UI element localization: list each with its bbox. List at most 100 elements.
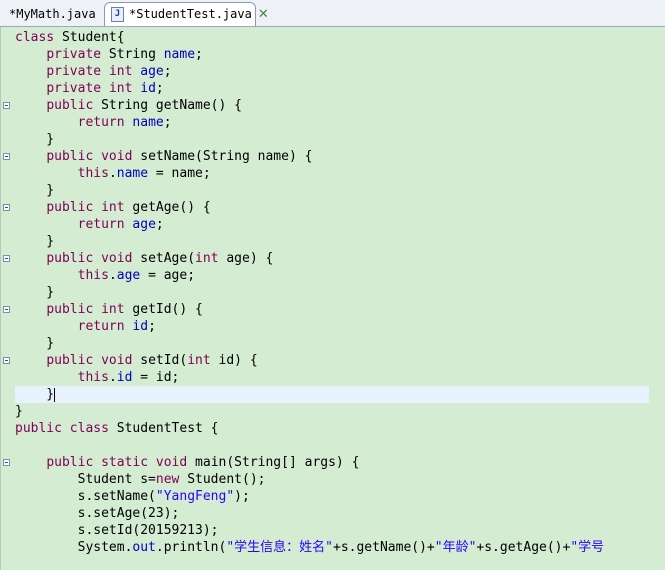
code-line[interactable]: public String getName() { [15, 97, 649, 114]
code-line[interactable]: this.age = age; [15, 267, 649, 284]
fold-toggle-icon[interactable] [3, 459, 10, 466]
editor-tab-bar: *MyMath.java J *StudentTest.java ✕ [0, 0, 665, 27]
fold-toggle-icon[interactable] [3, 153, 10, 160]
code-token: void [101, 149, 133, 164]
code-line[interactable]: public int getAge() { [15, 199, 649, 216]
code-line[interactable]: s.setName("YangFeng"); [15, 488, 649, 505]
code-line[interactable]: public class StudentTest { [15, 420, 649, 437]
code-line[interactable]: private int id; [15, 80, 649, 97]
code-token: . [108, 268, 117, 283]
code-line[interactable]: this.name = name; [15, 165, 649, 182]
code-line[interactable]: return name; [15, 114, 649, 131]
code-line[interactable] [15, 437, 649, 454]
code-line[interactable]: } [15, 284, 649, 301]
code-token: static [101, 455, 149, 470]
code-token: } [15, 404, 23, 419]
code-token: int [108, 81, 133, 96]
code-token: } [15, 234, 55, 249]
code-token: } [15, 132, 55, 147]
code-token: new [155, 472, 180, 487]
tab-mymath-label: *MyMath.java [9, 7, 96, 21]
code-token: ); [234, 489, 250, 504]
code-line[interactable]: public void setAge(int age) { [15, 250, 649, 267]
code-line[interactable]: } [15, 403, 649, 420]
code-token: return [77, 115, 125, 130]
code-token: public [46, 98, 94, 113]
code-token: return [77, 217, 125, 232]
code-token: getId() { [124, 302, 203, 317]
code-line[interactable]: return age; [15, 216, 649, 233]
tab-studenttest[interactable]: J *StudentTest.java ✕ [104, 2, 269, 26]
fold-toggle-icon[interactable] [3, 102, 10, 109]
fold-toggle-icon[interactable] [3, 357, 10, 364]
code-line[interactable]: public int getId() { [15, 301, 649, 318]
code-line[interactable]: private String name; [15, 46, 649, 63]
code-token: StudentTest { [108, 421, 219, 436]
code-token: id [116, 370, 133, 385]
close-tab-icon[interactable]: ✕ [258, 4, 269, 26]
code-line[interactable]: s.setAge(23); [15, 505, 649, 522]
code-line[interactable]: public void setId(int id) { [15, 352, 649, 369]
code-token: return [77, 319, 125, 334]
fold-toggle-icon[interactable] [3, 255, 10, 262]
fold-toggle-icon[interactable] [3, 306, 10, 313]
code-token: setName(String name) { [132, 149, 313, 164]
code-token: Student{ [54, 30, 125, 45]
code-token: out [132, 540, 156, 555]
code-line[interactable]: public void setName(String name) { [15, 148, 649, 165]
code-token: this [77, 370, 109, 385]
code-token: s.setAge(23); [15, 506, 180, 521]
code-line[interactable]: } [15, 182, 649, 199]
code-token: id [140, 81, 156, 96]
code-line[interactable]: } [15, 335, 649, 352]
code-line[interactable]: private int age; [15, 63, 649, 80]
vertical-scrollbar[interactable] [649, 27, 665, 570]
code-line[interactable]: } [15, 233, 649, 250]
code-line[interactable]: class Student{ [15, 29, 649, 46]
code-token: = name; [148, 166, 211, 181]
code-token: "学号 [570, 540, 605, 555]
code-token: System. [15, 540, 133, 555]
code-token: public [46, 149, 94, 164]
code-token: setAge( [132, 251, 196, 266]
code-token: } [15, 285, 55, 300]
code-token: "年龄" [434, 540, 477, 555]
code-token: setId( [132, 353, 188, 368]
code-token: public [15, 421, 62, 436]
tab-mymath[interactable]: *MyMath.java [3, 3, 103, 25]
code-token: s.setId(20159213); [15, 523, 219, 538]
code-token: Student s= [15, 472, 156, 487]
code-token: class [69, 421, 109, 436]
code-token: . [108, 370, 117, 385]
code-token: age) { [218, 251, 274, 266]
code-token: public [46, 302, 94, 317]
code-editor[interactable]: class Student{ private String name; priv… [0, 27, 665, 570]
code-token: void [101, 251, 133, 266]
code-token: private [46, 47, 102, 62]
code-line[interactable]: s.setId(20159213); [15, 522, 649, 539]
code-line[interactable]: } [15, 386, 649, 403]
code-token: public [46, 251, 94, 266]
code-line[interactable]: Student s=new Student(); [15, 471, 649, 488]
code-line[interactable]: return id; [15, 318, 649, 335]
code-line[interactable]: this.id = id; [15, 369, 649, 386]
fold-toggle-icon[interactable] [3, 204, 10, 211]
code-line[interactable]: } [15, 131, 649, 148]
code-token: name [163, 47, 196, 62]
code-line[interactable]: public static void main(String[] args) { [15, 454, 649, 471]
code-token: private [46, 81, 102, 96]
code-line[interactable]: System.out.println("学生信息：姓名"+s.getName()… [15, 539, 649, 556]
